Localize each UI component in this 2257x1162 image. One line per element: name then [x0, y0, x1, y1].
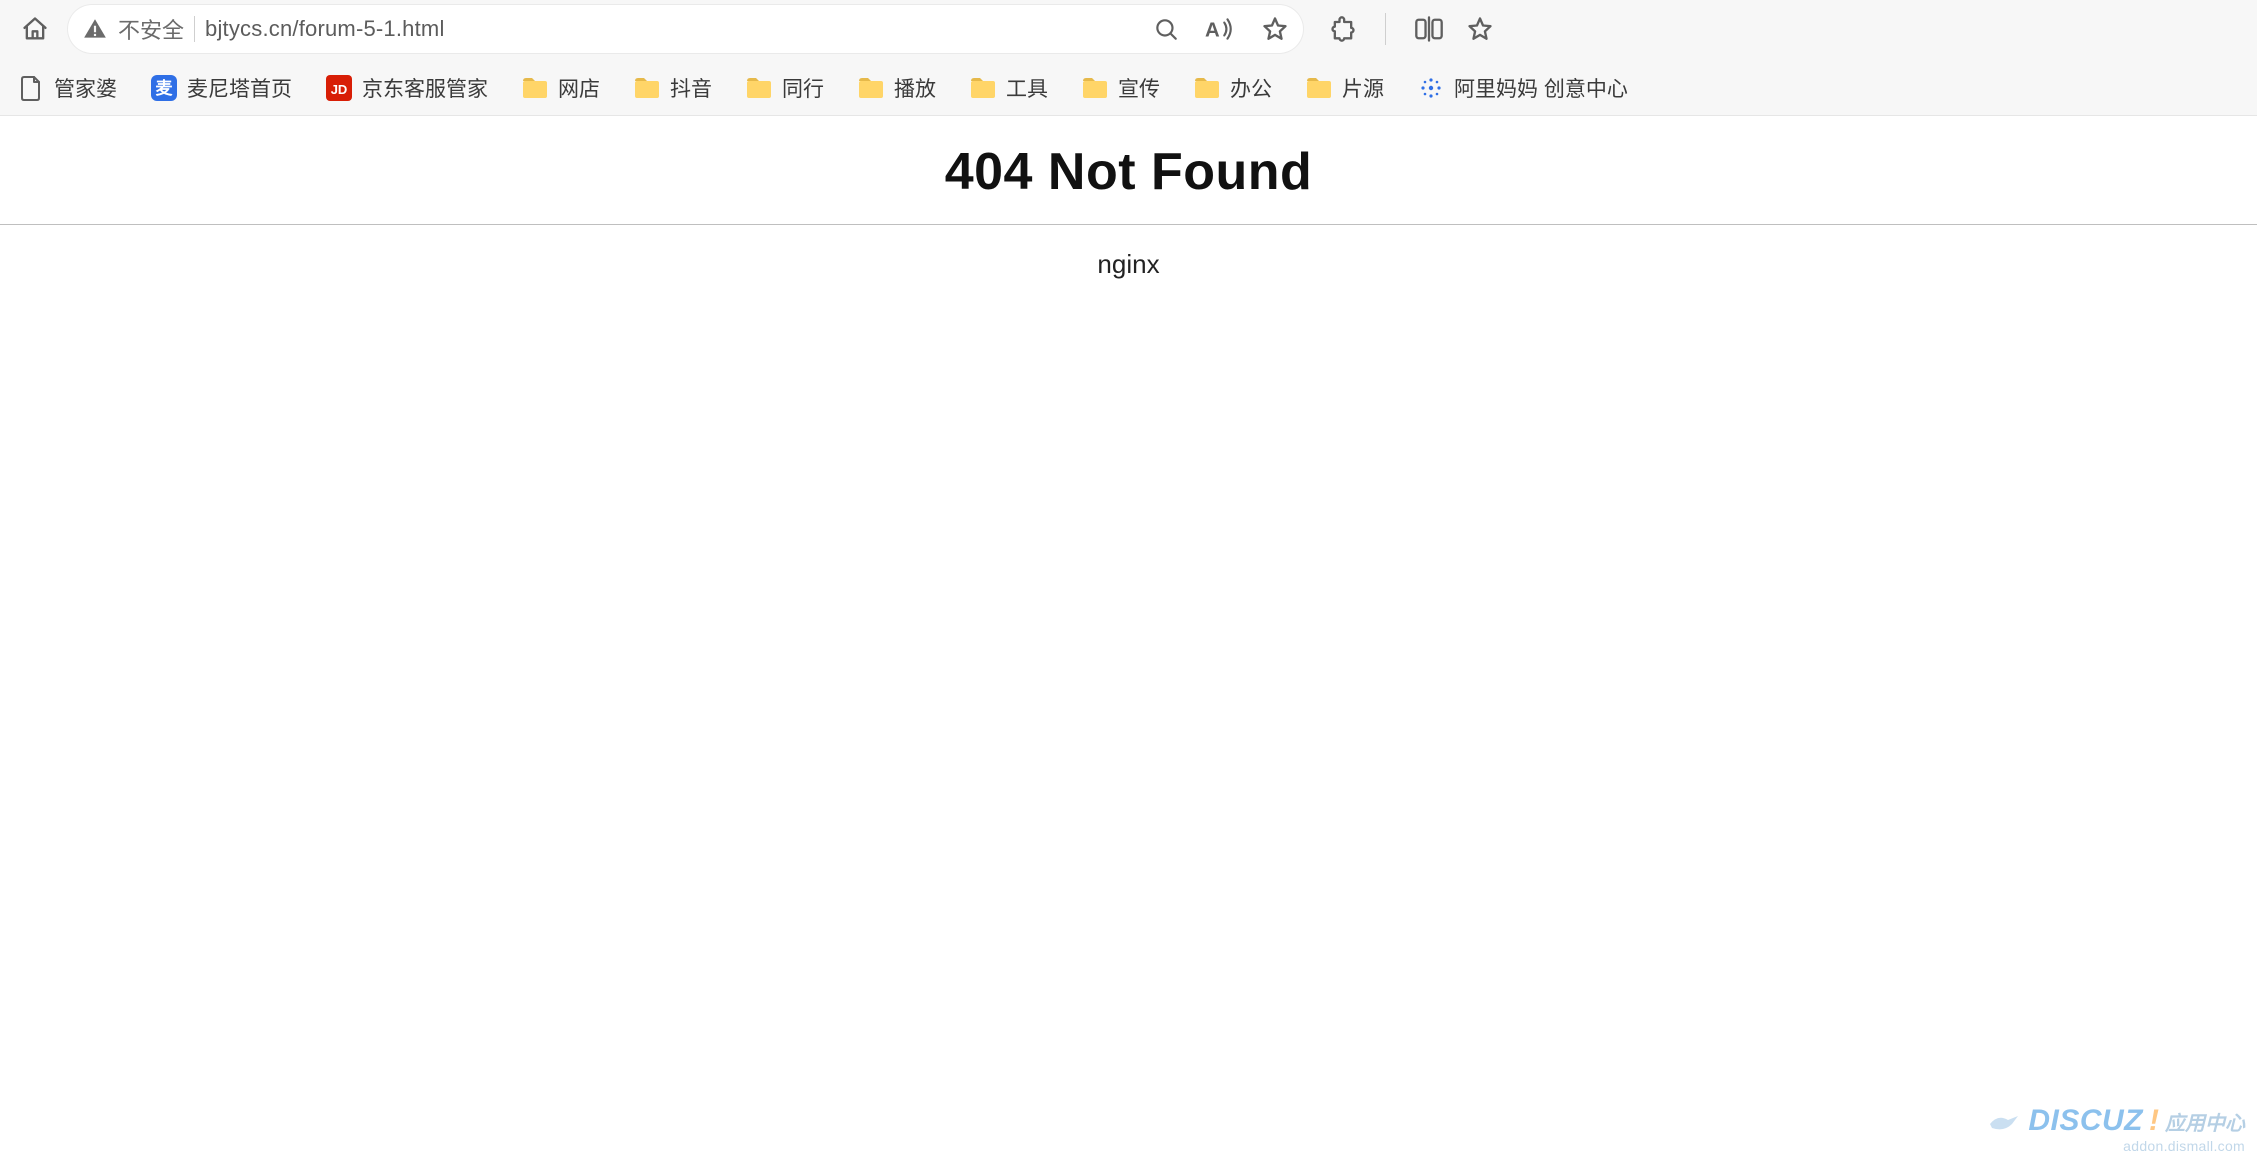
- watermark-sub: addon.dismall.com: [1988, 1138, 2245, 1154]
- address-bar[interactable]: 不安全 bjtycs.cn/forum-5-1.html A: [68, 5, 1303, 53]
- bird-icon: [1988, 1110, 2022, 1132]
- home-button[interactable]: [10, 4, 60, 54]
- extensions-puzzle-icon[interactable]: [1329, 15, 1357, 43]
- svg-text:A: A: [1205, 19, 1220, 41]
- folder-icon: [522, 75, 548, 101]
- bookmark-label: 阿里妈妈 创意中心: [1454, 73, 1628, 103]
- bookmark-label: 管家婆: [54, 73, 117, 103]
- page-content: 404 Not Found nginx: [0, 116, 2257, 304]
- folder-icon: [858, 75, 884, 101]
- address-bar-left: 不安全 bjtycs.cn/forum-5-1.html: [82, 13, 445, 45]
- bookmark-item[interactable]: 网店: [518, 69, 604, 107]
- folder-icon: [970, 75, 996, 101]
- jd-icon: JD: [326, 75, 352, 101]
- watermark: DISCUZ ! 应用中心 addon.dismall.com: [1988, 1104, 2245, 1154]
- bookmark-label: 京东客服管家: [362, 73, 488, 103]
- server-name: nginx: [0, 225, 2257, 304]
- folder-icon: [1082, 75, 1108, 101]
- svg-text:JD: JD: [331, 82, 348, 97]
- split-screen-icon[interactable]: [1414, 15, 1444, 43]
- favorite-star-icon[interactable]: [1261, 15, 1289, 43]
- bookmark-label: 网店: [558, 73, 600, 103]
- search-icon[interactable]: [1153, 16, 1179, 42]
- bookmark-item[interactable]: JD 京东客服管家: [322, 69, 492, 107]
- bookmark-item[interactable]: 抖音: [630, 69, 716, 107]
- home-icon: [21, 15, 49, 43]
- alimama-icon: [1418, 75, 1444, 101]
- bookmark-label: 片源: [1342, 73, 1384, 103]
- divider: [194, 16, 195, 42]
- error-title: 404 Not Found: [0, 116, 2257, 224]
- bookmark-label: 麦尼塔首页: [187, 73, 292, 103]
- page-icon: [18, 75, 44, 101]
- bookmark-item[interactable]: 阿里妈妈 创意中心: [1414, 69, 1632, 107]
- bookmark-label: 工具: [1006, 73, 1048, 103]
- bookmark-label: 播放: [894, 73, 936, 103]
- favorites-star-icon[interactable]: [1466, 15, 1494, 43]
- folder-icon: [746, 75, 772, 101]
- bookmark-label: 办公: [1230, 73, 1272, 103]
- url-text: bjtycs.cn/forum-5-1.html: [205, 16, 445, 42]
- bookmark-item[interactable]: 工具: [966, 69, 1052, 107]
- watermark-bang: !: [2149, 1104, 2159, 1138]
- bookmark-item[interactable]: 播放: [854, 69, 940, 107]
- bookmarks-bar: 管家婆麦麦尼塔首页JD京东客服管家网店抖音同行播放工具宣传办公片源阿里妈妈 创意…: [0, 60, 2257, 116]
- bookmark-label: 同行: [782, 73, 824, 103]
- browser-toolbar: 不安全 bjtycs.cn/forum-5-1.html A: [0, 0, 2257, 60]
- folder-icon: [634, 75, 660, 101]
- bookmark-item[interactable]: 同行: [742, 69, 828, 107]
- bookmark-item[interactable]: 管家婆: [14, 69, 121, 107]
- address-bar-right: A: [1153, 15, 1289, 43]
- bookmark-item[interactable]: 宣传: [1078, 69, 1164, 107]
- toolbar-right-icons: [1329, 13, 1494, 45]
- bookmark-label: 抖音: [670, 73, 712, 103]
- svg-text:麦: 麦: [156, 78, 174, 98]
- bookmark-item[interactable]: 麦麦尼塔首页: [147, 69, 296, 107]
- folder-icon: [1194, 75, 1220, 101]
- bookmark-item[interactable]: 办公: [1190, 69, 1276, 107]
- security-label: 不安全: [118, 13, 184, 45]
- read-aloud-icon[interactable]: A: [1205, 16, 1235, 42]
- bookmark-label: 宣传: [1118, 73, 1160, 103]
- mai-icon: 麦: [151, 75, 177, 101]
- bookmark-item[interactable]: 片源: [1302, 69, 1388, 107]
- watermark-brand: DISCUZ: [2028, 1104, 2143, 1138]
- watermark-suffix: 应用中心: [2165, 1107, 2245, 1136]
- divider: [1385, 13, 1386, 45]
- folder-icon: [1306, 75, 1332, 101]
- insecure-warning-icon: [82, 16, 108, 42]
